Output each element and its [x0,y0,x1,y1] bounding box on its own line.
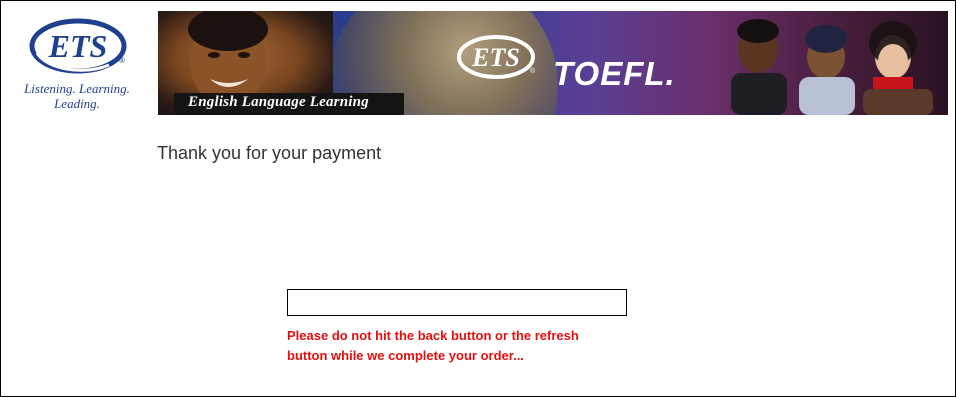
page-frame: ETS ® Listening. Learning. Leading. Engl… [0,0,956,397]
warning-line2: button while we complete your order... [287,348,524,363]
ets-logo-registered: ® [119,56,125,65]
ets-logo-mark: ETS ® [29,18,127,74]
toefl-wordmark: TOEFL. [553,55,676,92]
ets-logo-text: ETS [48,28,108,64]
banner-subtitle: English Language Learning [188,94,369,110]
toefl-banner: English Language Learning ETS ® TOEFL. [158,11,948,115]
order-progress-bar [287,289,627,316]
banner-ets-registered: ® [530,67,536,75]
banner-ets-logo: ETS ® [457,35,536,79]
banner-ets-text: ETS [471,43,520,72]
students-group-image [731,19,933,115]
logo-tagline-line1: Listening. Learning. [24,81,130,96]
ets-logo: ETS ® Listening. Learning. Leading. [7,11,147,119]
logo-tagline-line2: Leading. [54,96,100,111]
logo-tagline: Listening. Learning. Leading. [7,81,147,111]
warning-line1: Please do not hit the back button or the… [287,328,579,343]
processing-warning: Please do not hit the back button or the… [287,326,647,366]
page-title: Thank you for your payment [157,143,382,163]
